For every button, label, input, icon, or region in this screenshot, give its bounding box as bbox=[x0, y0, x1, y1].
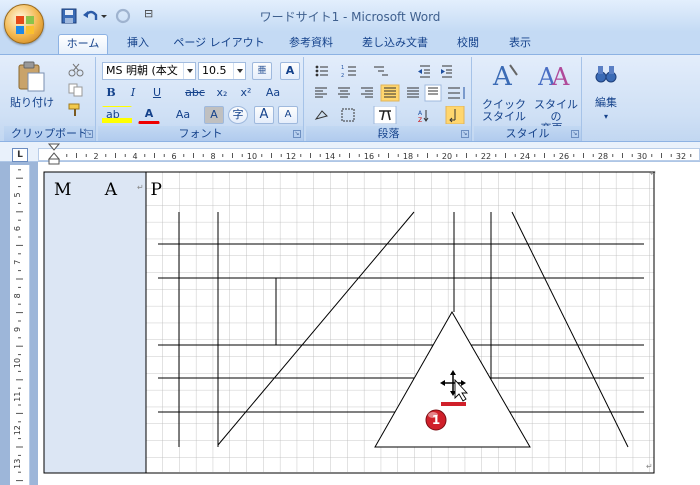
tab-review[interactable]: 校閲 bbox=[448, 34, 488, 54]
phonetic-guide-button[interactable]: 亜 bbox=[252, 62, 272, 80]
font-size-value: 10.5 bbox=[202, 64, 227, 77]
font-group: MS 明朝 (本文 10.5 亜 A B I U abc x₂ x² Aa ab… bbox=[98, 57, 304, 141]
ruler-label: 4 bbox=[132, 152, 137, 161]
change-styles-line1: スタイルの bbox=[534, 98, 578, 123]
font-name-combo[interactable]: MS 明朝 (本文 bbox=[102, 62, 196, 80]
ruler-label: 28 bbox=[598, 152, 608, 161]
styles-launcher-icon[interactable]: ↘ bbox=[571, 130, 579, 138]
svg-text:Z: Z bbox=[418, 117, 422, 124]
ruler-label: 12 bbox=[286, 152, 296, 161]
character-shading-button[interactable]: A bbox=[204, 106, 224, 124]
bullets-icon bbox=[315, 65, 328, 77]
tab-page-layout[interactable]: ページ レイアウト bbox=[172, 34, 266, 54]
quick-styles-line2: スタイル bbox=[482, 110, 526, 123]
ruler-label: 26 bbox=[559, 152, 569, 161]
map-title: M A P bbox=[54, 180, 176, 200]
paragraph-launcher-icon[interactable]: ↘ bbox=[461, 130, 469, 138]
character-border-button[interactable]: A bbox=[280, 62, 300, 80]
title-cell bbox=[43, 171, 147, 474]
cursor-underline bbox=[441, 402, 466, 406]
highlight-button[interactable]: ab bbox=[102, 106, 132, 124]
font-color-button[interactable]: A bbox=[138, 106, 160, 124]
font-group-label: フォント bbox=[98, 126, 303, 141]
ruler-label: 8 bbox=[210, 152, 215, 161]
ruler-label: 2 bbox=[93, 152, 98, 161]
styles-group: A クイック スタイル ▾ A A スタイルの 変更 ▾ スタイル ↘ bbox=[474, 57, 582, 141]
ruler-label: 10 bbox=[247, 152, 257, 161]
paste-label[interactable]: 貼り付け bbox=[10, 97, 54, 109]
horizontal-ruler[interactable]: 2 4 6 8 10 12 14 16 18 20 22 24 26 28 30 32 bbox=[38, 148, 700, 161]
ruler-label: 32 bbox=[676, 152, 686, 161]
ruler-label: 24 bbox=[520, 152, 530, 161]
clipboard-launcher-icon[interactable]: ↘ bbox=[85, 130, 93, 138]
shading-borders-buttons[interactable]: AZ bbox=[312, 106, 472, 124]
svg-text:2: 2 bbox=[341, 73, 344, 79]
editing-group: 編集 ▾ bbox=[584, 57, 628, 141]
ruler-label: 30 bbox=[637, 152, 647, 161]
svg-text:↵: ↵ bbox=[650, 169, 657, 178]
ruler-label: 22 bbox=[481, 152, 491, 161]
ribbon: 貼り付け クリップボード ↘ MS 明朝 (本文 10.5 亜 A B I U … bbox=[0, 54, 700, 142]
tab-home[interactable]: ホーム bbox=[58, 34, 108, 54]
grow-font-button[interactable]: A bbox=[254, 106, 274, 124]
svg-text:↵: ↵ bbox=[646, 462, 653, 471]
office-button[interactable] bbox=[4, 4, 44, 44]
format-painter-icon[interactable] bbox=[68, 103, 84, 117]
svg-text:A: A bbox=[418, 110, 423, 117]
superscript-button[interactable]: x² bbox=[236, 84, 256, 102]
clipboard-group-label: クリップボード bbox=[4, 126, 95, 141]
tab-view[interactable]: 表示 bbox=[500, 34, 540, 54]
editing-dropdown-icon[interactable]: ▾ bbox=[584, 111, 628, 123]
ribbon-tabs: ホーム 挿入 ページ レイアウト 参考資料 差し込み文書 校閲 表示 bbox=[0, 32, 700, 54]
map-canvas: ↵ ↵ ↵ bbox=[43, 169, 657, 474]
decrease-indent-icon bbox=[418, 65, 430, 78]
numbering-icon: 12 bbox=[341, 65, 356, 79]
styles-group-label: スタイル bbox=[474, 126, 581, 141]
copy-icon[interactable] bbox=[68, 83, 84, 97]
ruler-label: 14 bbox=[325, 152, 335, 161]
office-logo-icon bbox=[16, 16, 34, 34]
bold-button[interactable]: B bbox=[102, 84, 120, 102]
alignment-buttons[interactable] bbox=[312, 84, 472, 102]
font-size-combo[interactable]: 10.5 bbox=[198, 62, 246, 80]
underline-button[interactable]: U bbox=[148, 84, 166, 102]
paragraph-group: 12 AZ 段落 ↘ bbox=[306, 57, 472, 141]
cut-icon[interactable] bbox=[68, 63, 84, 77]
svg-text:1: 1 bbox=[341, 65, 344, 71]
tab-references[interactable]: 参考資料 bbox=[278, 34, 344, 54]
ruler-label: 6 bbox=[171, 152, 176, 161]
binoculars-icon[interactable] bbox=[594, 63, 618, 85]
strikethrough-button[interactable]: abc bbox=[182, 84, 208, 102]
tab-selector[interactable]: L bbox=[12, 148, 28, 162]
quick-styles-icon[interactable]: A bbox=[490, 61, 520, 89]
ruler-label: 20 bbox=[442, 152, 452, 161]
callout-number: 1 bbox=[431, 413, 441, 427]
window-title: ワードサイト1 - Microsoft Word bbox=[259, 10, 441, 24]
subscript-button[interactable]: x₂ bbox=[212, 84, 232, 102]
change-styles-icon[interactable]: A A bbox=[538, 61, 570, 89]
tab-insert[interactable]: 挿入 bbox=[118, 34, 158, 54]
ruler-label: 16 bbox=[364, 152, 374, 161]
ruler-label: 18 bbox=[403, 152, 413, 161]
indent-marker-icon[interactable] bbox=[48, 143, 60, 165]
increase-indent-icon bbox=[441, 65, 452, 78]
paste-icon[interactable] bbox=[16, 61, 46, 93]
font-name-value: MS 明朝 (本文 bbox=[106, 64, 178, 77]
clear-formatting-button[interactable]: Aa bbox=[262, 84, 284, 102]
italic-button[interactable]: I bbox=[124, 84, 142, 102]
clipboard-group: 貼り付け クリップボード ↘ bbox=[4, 57, 96, 141]
paragraph-group-label: 段落 bbox=[306, 126, 471, 141]
font-launcher-icon[interactable]: ↘ bbox=[293, 130, 301, 138]
svg-text:A: A bbox=[551, 63, 570, 89]
shrink-font-button[interactable]: A bbox=[278, 106, 298, 124]
enclose-characters-button[interactable]: 字 bbox=[228, 106, 248, 124]
title-bar: ⊟ ワードサイト1 - Microsoft Word bbox=[0, 0, 700, 32]
change-case-button[interactable]: Aa bbox=[168, 106, 198, 124]
editing-label[interactable]: 編集 bbox=[584, 97, 628, 109]
paragraph-list-buttons[interactable]: 12 bbox=[312, 62, 472, 80]
multilevel-list-icon bbox=[374, 66, 388, 76]
tab-mailings[interactable]: 差し込み文書 bbox=[354, 34, 436, 54]
